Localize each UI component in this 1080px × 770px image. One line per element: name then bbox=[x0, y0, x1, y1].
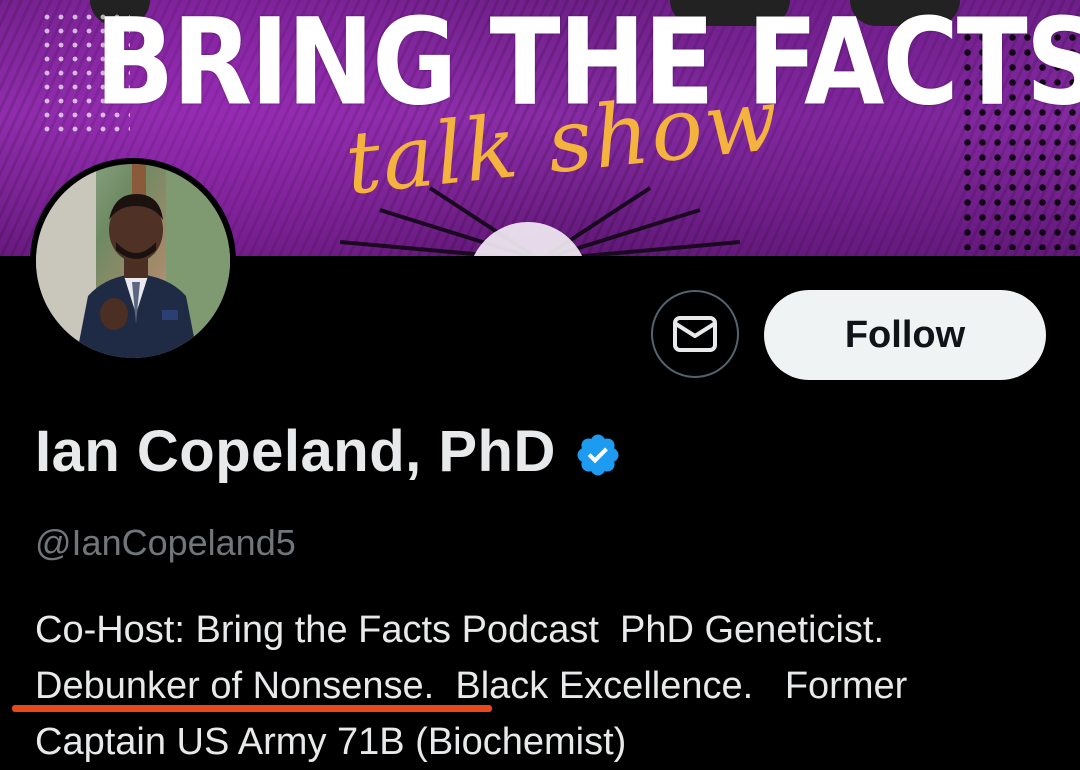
annotation-underline bbox=[12, 705, 492, 712]
avatar-photo bbox=[36, 164, 230, 358]
profile-bio: Co-Host: Bring the Facts Podcast PhD Gen… bbox=[35, 602, 1055, 770]
message-button[interactable] bbox=[651, 290, 739, 378]
profile-name: Ian Copeland, PhD bbox=[35, 419, 556, 484]
profile-name-row: Ian Copeland, PhD bbox=[35, 418, 622, 485]
envelope-icon bbox=[673, 316, 717, 352]
avatar[interactable] bbox=[30, 158, 236, 364]
verified-badge-icon[interactable] bbox=[574, 431, 622, 479]
person-photo-icon bbox=[36, 164, 230, 358]
follow-button[interactable]: Follow bbox=[764, 290, 1046, 380]
bio-line: Captain US Army 71B (Biochemist) bbox=[35, 721, 627, 763]
profile-handle: @IanCopeland5 bbox=[35, 522, 296, 563]
bio-line: Co-Host: Bring the Facts Podcast PhD Gen… bbox=[35, 609, 885, 651]
